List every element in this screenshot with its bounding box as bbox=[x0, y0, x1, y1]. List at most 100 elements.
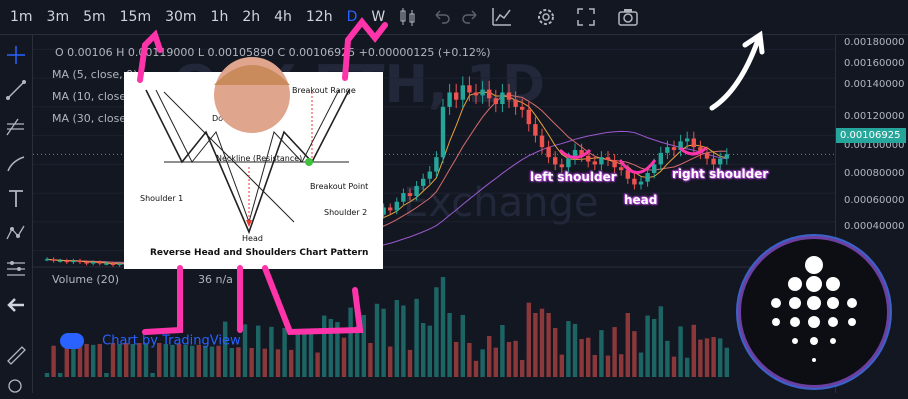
volume-bar bbox=[500, 325, 505, 377]
tf-1m[interactable]: 1m bbox=[10, 9, 33, 25]
candle-body bbox=[559, 164, 564, 168]
candle-body bbox=[632, 178, 637, 185]
tf-d[interactable]: D bbox=[347, 9, 358, 25]
volume-bar bbox=[348, 307, 353, 377]
volume-bar bbox=[269, 326, 274, 377]
crosshair-icon[interactable] bbox=[4, 43, 28, 67]
candle-body bbox=[414, 185, 419, 196]
tf-15m[interactable]: 15m bbox=[120, 9, 151, 25]
volume-bar bbox=[216, 345, 221, 377]
tf-30m[interactable]: 30m bbox=[165, 9, 196, 25]
volume-value: 36 n/a bbox=[198, 273, 233, 286]
pattern-icon[interactable] bbox=[4, 221, 28, 245]
candles-icon[interactable] bbox=[396, 5, 420, 29]
candle-body bbox=[658, 152, 663, 165]
volume-bar bbox=[553, 328, 558, 377]
price-tick: 0.00180000 bbox=[844, 37, 905, 48]
candle-body bbox=[427, 171, 432, 179]
logo-dot bbox=[788, 277, 802, 291]
undo-icon[interactable] bbox=[430, 5, 454, 29]
candle-body bbox=[500, 92, 505, 104]
trendline-icon[interactable] bbox=[4, 78, 28, 102]
logo-dot bbox=[812, 358, 816, 362]
volume-bar bbox=[407, 349, 413, 377]
candle-body bbox=[454, 92, 459, 100]
volume-bar bbox=[605, 355, 611, 377]
candle-body bbox=[645, 173, 650, 182]
logo-dots bbox=[771, 256, 857, 362]
candle-body bbox=[71, 260, 76, 263]
candle-body bbox=[401, 193, 406, 202]
volume-bar bbox=[665, 340, 670, 377]
volume-bar bbox=[685, 357, 690, 377]
volume-bar bbox=[506, 341, 512, 377]
indicators-icon[interactable] bbox=[490, 5, 514, 29]
volume-bar bbox=[724, 347, 729, 377]
volume-bar bbox=[559, 354, 564, 377]
tf-w[interactable]: W bbox=[371, 9, 385, 25]
tf-12h[interactable]: 12h bbox=[306, 9, 333, 25]
volume-bar bbox=[282, 328, 287, 377]
downtrend-label: Downtrend bbox=[212, 114, 256, 123]
last-price-label: 0.00106925 bbox=[836, 128, 906, 143]
volume-bar bbox=[711, 337, 716, 377]
volume-bar bbox=[566, 321, 571, 377]
candle-body bbox=[394, 201, 399, 211]
price-tick: 0.00080000 bbox=[844, 168, 905, 179]
volume-bar bbox=[295, 329, 300, 377]
volume-bar bbox=[473, 360, 479, 377]
volume-bar bbox=[223, 321, 228, 377]
candle-body bbox=[685, 138, 690, 142]
price-tick: 0.00120000 bbox=[844, 111, 905, 122]
volume-bar bbox=[315, 352, 320, 377]
volume-bar bbox=[203, 345, 208, 377]
fib-icon[interactable] bbox=[4, 115, 28, 139]
candle-body bbox=[447, 92, 452, 107]
camera-icon[interactable] bbox=[616, 5, 640, 29]
candle-body bbox=[691, 138, 696, 148]
measure-icon[interactable] bbox=[4, 257, 28, 281]
volume-bar bbox=[51, 345, 56, 377]
tradingview-credit[interactable]: Chart by TradingView bbox=[60, 333, 241, 349]
volume-bar bbox=[652, 319, 657, 377]
zoom-icon[interactable] bbox=[4, 375, 28, 399]
head-label: Head bbox=[242, 234, 263, 243]
tf-1h[interactable]: 1h bbox=[211, 9, 229, 25]
logo-dot bbox=[828, 317, 838, 327]
volume-bar bbox=[691, 324, 696, 377]
candle-body bbox=[572, 150, 578, 159]
volume-bar bbox=[183, 344, 188, 377]
volume-bar bbox=[658, 306, 663, 377]
volume-bar bbox=[262, 348, 267, 377]
logo-dot bbox=[810, 337, 818, 345]
candle-body bbox=[44, 259, 50, 261]
volume-bar bbox=[427, 325, 432, 377]
candle-body bbox=[407, 193, 413, 196]
ruler-icon[interactable] bbox=[4, 343, 28, 367]
volume-bar bbox=[91, 344, 96, 377]
tf-5m[interactable]: 5m bbox=[83, 9, 106, 25]
volume-bar bbox=[625, 313, 630, 377]
redo-icon[interactable] bbox=[458, 5, 482, 29]
logo-dot bbox=[805, 256, 823, 274]
price-tick: 0.00160000 bbox=[844, 58, 905, 69]
volume-bar bbox=[440, 277, 446, 377]
brush-icon[interactable] bbox=[4, 151, 28, 175]
candle-body bbox=[97, 262, 102, 264]
logo-dot bbox=[790, 317, 800, 327]
candle-body bbox=[539, 135, 545, 148]
tf-2h[interactable]: 2h bbox=[242, 9, 260, 25]
gear-icon[interactable] bbox=[534, 5, 558, 29]
candle-body bbox=[711, 158, 716, 165]
candle-body bbox=[625, 170, 630, 179]
tf-3m[interactable]: 3m bbox=[47, 9, 70, 25]
text-icon[interactable] bbox=[4, 187, 28, 211]
logo-dot bbox=[826, 277, 840, 291]
candle-body bbox=[104, 263, 109, 265]
candle-body bbox=[513, 99, 518, 107]
back-arrow-icon[interactable] bbox=[4, 293, 28, 317]
volume-bar bbox=[632, 331, 637, 377]
logo-dot bbox=[807, 296, 821, 310]
fullscreen-icon[interactable] bbox=[574, 5, 598, 29]
tf-4h[interactable]: 4h bbox=[274, 9, 292, 25]
